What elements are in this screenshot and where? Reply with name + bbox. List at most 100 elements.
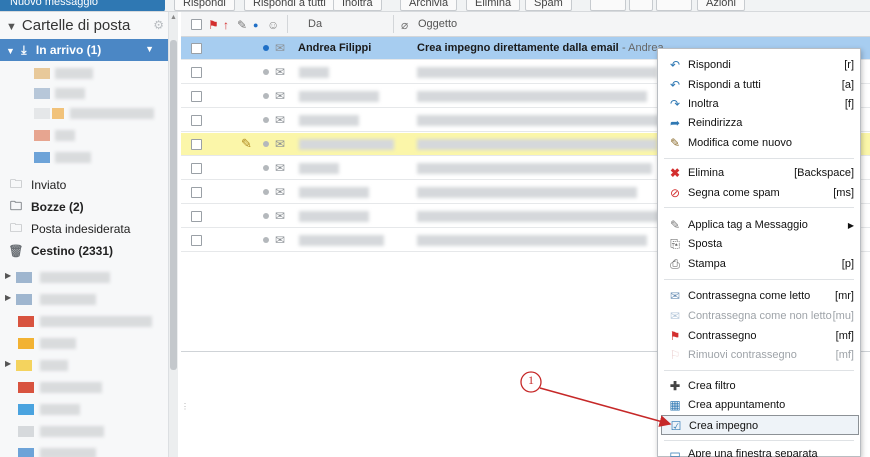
- read-dot-icon[interactable]: [263, 117, 269, 123]
- menu-item-reply-all[interactable]: ↶ Rispondi a tutti [a]: [658, 75, 860, 95]
- read-status-column-icon[interactable]: ●: [253, 20, 258, 30]
- blurred-folder[interactable]: [0, 425, 168, 439]
- blurred-subfolder[interactable]: [0, 151, 168, 165]
- read-dot-icon[interactable]: [263, 237, 269, 243]
- unread-dot-icon[interactable]: [263, 45, 269, 51]
- blurred-folder[interactable]: ▶: [0, 293, 168, 307]
- menu-item-shortcut: [Backspace]: [794, 167, 854, 179]
- menu-item-forward[interactable]: ↷ Inoltra [f]: [658, 94, 860, 114]
- archive-button[interactable]: Archivia: [400, 0, 458, 11]
- menu-item-label: Crea impegno: [689, 420, 759, 432]
- blurred-folder[interactable]: ▶: [0, 359, 168, 373]
- read-dot-icon[interactable]: [263, 141, 269, 147]
- menu-item-delete[interactable]: ✖ Elimina [Backspace]: [658, 163, 860, 183]
- row-checkbox[interactable]: [191, 235, 202, 246]
- menu-item-reply[interactable]: ↶ Rispondi [r]: [658, 55, 860, 75]
- blurred-label: [40, 382, 102, 393]
- forward-button[interactable]: Inoltra: [333, 0, 382, 11]
- expand-triangle-icon[interactable]: ▶: [5, 359, 11, 368]
- expand-triangle-icon[interactable]: ▶: [5, 271, 11, 280]
- read-dot-icon[interactable]: [263, 69, 269, 75]
- print-icon: ⎙: [670, 257, 680, 271]
- sidebar-scrollbar[interactable]: ▲: [168, 12, 178, 457]
- blurred-subject: [417, 187, 637, 198]
- read-dot-icon[interactable]: [263, 93, 269, 99]
- menu-item-mark-spam[interactable]: ⊘ Segna come spam [ms]: [658, 183, 860, 203]
- delete-button[interactable]: Elimina: [466, 0, 521, 11]
- reply-all-button[interactable]: Rispondi a tutti: [244, 0, 335, 11]
- select-all-checkbox[interactable]: [191, 19, 202, 30]
- mark-dropdown-button[interactable]: [590, 0, 626, 11]
- collapse-caret-icon[interactable]: ▼: [6, 21, 17, 33]
- menu-item-move[interactable]: ⎘ Sposta: [658, 234, 860, 254]
- redirect-icon: ➦: [669, 116, 681, 130]
- row-checkbox[interactable]: [191, 91, 202, 102]
- sidebar-item-sent[interactable]: 🗀 Inviato: [8, 175, 66, 195]
- menu-item-mark-unread[interactable]: ✉ Contrassegna come non letto [mu]: [658, 306, 860, 326]
- menu-item-apply-tag[interactable]: ✎ Applica tag a Messaggio ▶: [658, 215, 860, 235]
- menu-item-redirect[interactable]: ➦ Reindirizza: [658, 113, 860, 133]
- annotation-number: 1: [528, 373, 534, 387]
- blurred-folder[interactable]: [0, 337, 168, 351]
- chevron-down-icon[interactable]: ▼: [145, 44, 154, 54]
- blurred-subfolder[interactable]: [0, 107, 168, 121]
- blurred-subfolder[interactable]: [0, 129, 168, 143]
- flag-dropdown-button[interactable]: [629, 0, 653, 11]
- contact-column-icon[interactable]: ☺: [267, 18, 279, 32]
- menu-item-create-task[interactable]: ☑ Crea impegno: [661, 415, 859, 435]
- blurred-folder[interactable]: [0, 315, 168, 329]
- row-checkbox[interactable]: [191, 187, 202, 198]
- row-checkbox[interactable]: [191, 139, 202, 150]
- scroll-up-arrow-icon[interactable]: ▲: [170, 14, 177, 21]
- blurred-subfolder[interactable]: [0, 87, 168, 101]
- new-message-button[interactable]: Nuovo messaggio: [0, 0, 165, 11]
- forward-icon: ↷: [669, 97, 681, 111]
- menu-item-label: Contrassegno: [688, 330, 757, 342]
- row-checkbox[interactable]: [191, 115, 202, 126]
- row-checkbox[interactable]: [191, 67, 202, 78]
- attachment-column-icon[interactable]: ✎: [237, 18, 247, 32]
- toolbar: Nuovo messaggio Rispondi Rispondi a tutt…: [0, 0, 870, 12]
- sidebar-item-trash[interactable]: 🗑 Cestino (2331): [8, 241, 113, 261]
- sidebar-item-drafts[interactable]: 🗀 Bozze (2): [8, 197, 84, 217]
- menu-item-edit-as-new[interactable]: ✎ Modifica come nuovo: [658, 133, 860, 153]
- menu-item-flag[interactable]: ⚑ Contrassegno [mf]: [658, 326, 860, 346]
- shared-folder-icon: [16, 294, 32, 305]
- priority-column-icon[interactable]: ↑: [223, 18, 229, 32]
- expand-triangle-icon[interactable]: ▼: [6, 46, 15, 56]
- sidebar-item-inbox[interactable]: ▼ ⤓ In arrivo (1) ▼: [0, 39, 168, 61]
- row-checkbox[interactable]: [191, 43, 202, 54]
- sidebar-item-spam[interactable]: 🗀 Posta indesiderata: [8, 219, 130, 239]
- menu-item-unflag[interactable]: ⚐ Rimuovi contrassegno [mf]: [658, 345, 860, 365]
- menu-item-print[interactable]: ⎙ Stampa [p]: [658, 254, 860, 274]
- spam-button[interactable]: Spam: [525, 0, 572, 11]
- reply-button[interactable]: Rispondi: [174, 0, 235, 11]
- blurred-folder[interactable]: [0, 447, 168, 457]
- sidebar-header[interactable]: ▼ Cartelle di posta ⚙: [0, 12, 168, 38]
- blurred-folder[interactable]: [0, 403, 168, 417]
- expand-triangle-icon[interactable]: ▶: [5, 293, 11, 302]
- row-checkbox[interactable]: [191, 211, 202, 222]
- menu-item-open-window[interactable]: ▭ Apre una finestra separata: [658, 444, 860, 457]
- actions-button[interactable]: Azioni: [697, 0, 745, 11]
- gear-icon[interactable]: ⚙: [153, 18, 164, 32]
- menu-item-create-filter[interactable]: ✚ Crea filtro: [658, 376, 860, 396]
- menu-item-mark-read[interactable]: ✉ Contrassegna come letto [mr]: [658, 286, 860, 306]
- blurred-subfolder[interactable]: [0, 67, 168, 81]
- resize-grip-icon[interactable]: ⋮: [181, 402, 189, 411]
- column-subject[interactable]: Oggetto: [418, 18, 457, 30]
- blurred-folder[interactable]: [0, 381, 168, 395]
- spam-icon: ⊘: [669, 186, 681, 200]
- read-dot-icon[interactable]: [263, 165, 269, 171]
- blurred-folder[interactable]: ▶: [0, 271, 168, 285]
- column-from[interactable]: Da: [308, 18, 322, 30]
- scrollbar-thumb[interactable]: [170, 40, 177, 370]
- row-checkbox[interactable]: [191, 163, 202, 174]
- menu-item-create-appointment[interactable]: ▦ Crea appuntamento: [658, 395, 860, 415]
- folder-icon: [18, 404, 34, 415]
- tag-dropdown-button[interactable]: [656, 0, 692, 11]
- flag-column-icon[interactable]: ⚑: [208, 18, 219, 32]
- read-dot-icon[interactable]: [263, 189, 269, 195]
- read-dot-icon[interactable]: [263, 213, 269, 219]
- menu-item-label: Rimuovi contrassegno: [688, 349, 797, 361]
